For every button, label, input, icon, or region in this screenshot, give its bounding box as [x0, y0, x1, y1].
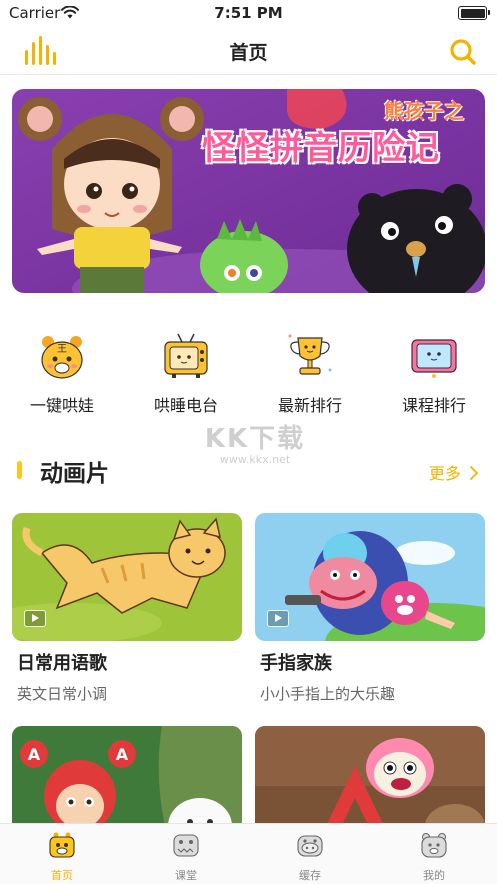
tab-bar: 首页 课堂 缓存 我的: [0, 823, 497, 884]
tv-icon: [164, 333, 208, 378]
banner-subtitle: 熊孩子之: [384, 99, 464, 123]
quick-entry-course-ranking[interactable]: 课程排行: [374, 328, 494, 416]
status-bar: Carrier 7:51 PM: [0, 0, 497, 26]
tab-label: 我的: [423, 869, 445, 882]
chevron-right-icon: [470, 466, 479, 480]
tab-cache[interactable]: 缓存: [248, 830, 372, 883]
video-card[interactable]: 手指家族 小小手指上的大乐趣: [255, 513, 485, 704]
tiger-icon: 王: [41, 336, 83, 379]
hippo-face-icon: [297, 835, 323, 857]
clock: 7:51 PM: [214, 4, 283, 22]
svg-text:A: A: [116, 745, 129, 764]
section-accent-bar: [17, 461, 22, 479]
video-description: 小小手指上的大乐趣: [260, 685, 396, 703]
quick-entry-sleep-radio[interactable]: 哄睡电台: [126, 328, 246, 416]
promo-banner[interactable]: 熊孩子之 怪怪拼音历险记: [12, 89, 485, 293]
tab-mine[interactable]: 我的: [372, 830, 496, 883]
video-thumbnail: [255, 513, 485, 641]
quick-entry-label: 哄睡电台: [153, 396, 218, 415]
battery-icon: [458, 6, 490, 20]
navigation-bar: 首页: [0, 28, 497, 75]
video-badge-icon: [24, 610, 46, 627]
video-description: 英文日常小调: [17, 685, 108, 703]
tab-home[interactable]: 首页: [0, 830, 124, 883]
quick-entry-coax-baby[interactable]: 王 一键哄娃: [2, 328, 122, 416]
more-link[interactable]: 更多: [429, 460, 479, 484]
quick-entry-label: 最新排行: [277, 396, 342, 415]
video-title: 日常用语歌: [17, 653, 107, 674]
more-label: 更多: [428, 464, 461, 483]
video-thumbnail: [12, 513, 242, 641]
tablet-icon: [411, 339, 457, 378]
quick-entry-label: 课程排行: [401, 396, 466, 415]
quick-entry-latest-ranking[interactable]: 最新排行: [250, 328, 370, 416]
tab-classroom[interactable]: 课堂: [124, 830, 248, 883]
trophy-icon: [288, 334, 332, 375]
banner-title: 怪怪拼音历险记: [202, 128, 440, 167]
video-card[interactable]: 日常用语歌 英文日常小调: [12, 513, 242, 704]
tab-label: 缓存: [299, 869, 321, 882]
watermark: KK下载 www.kkx.net: [190, 418, 320, 466]
bear-face-icon: [421, 833, 447, 858]
quick-entry-label: 一键哄娃: [29, 396, 94, 415]
video-title: 手指家族: [260, 653, 332, 674]
tab-label: 课堂: [175, 869, 197, 882]
svg-text:A: A: [28, 745, 41, 764]
page-title: 首页: [229, 42, 268, 64]
search-icon[interactable]: [449, 38, 477, 66]
video-badge-icon: [267, 610, 289, 627]
croc-face-icon: [173, 834, 199, 857]
watermark-text: KK下载: [204, 424, 306, 454]
section-title: 动画片: [40, 461, 109, 487]
tab-label: 首页: [51, 869, 73, 882]
giraffe-face-icon: [49, 832, 75, 858]
svg-text:王: 王: [57, 344, 67, 355]
